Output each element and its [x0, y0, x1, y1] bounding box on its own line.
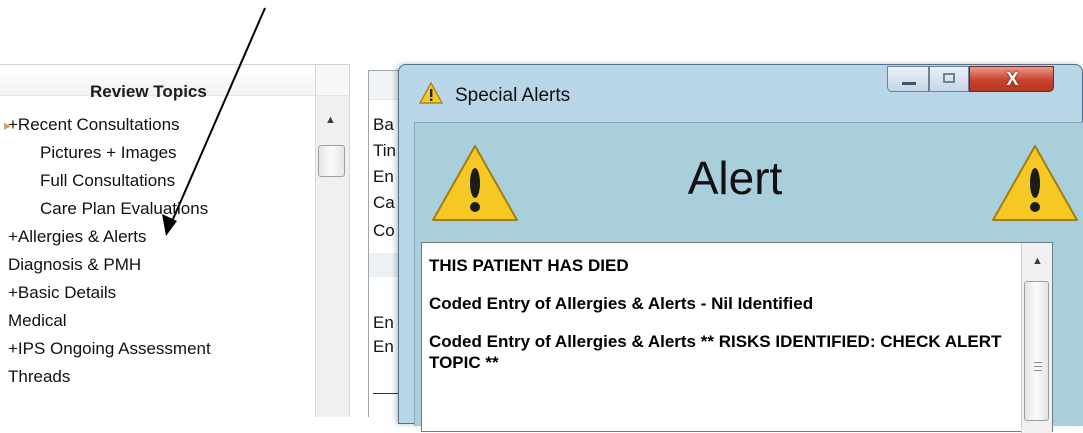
- tree-item-diagnosis-pmh[interactable]: Diagnosis & PMH: [8, 255, 141, 275]
- dialog-body: Alert THIS PATIENT HAS DIED Coded Entry …: [414, 122, 1083, 433]
- detail-fragment: En: [373, 167, 394, 186]
- alert-message: THIS PATIENT HAS DIED: [429, 256, 629, 275]
- review-topics-title: Review Topics: [90, 82, 207, 101]
- dialog-title: Special Alerts: [455, 85, 571, 106]
- maximize-button[interactable]: [929, 66, 969, 92]
- tree-item-ips-ongoing-assessment[interactable]: +IPS Ongoing Assessment: [8, 339, 211, 359]
- detail-fragment: En: [373, 337, 394, 356]
- tree-item-pictures-images[interactable]: Pictures + Images: [40, 143, 177, 163]
- detail-fragment: Ba: [373, 115, 394, 134]
- tree-item-basic-details[interactable]: +Basic Details: [8, 283, 116, 303]
- detail-fragment: Ca: [373, 193, 395, 212]
- review-topics-scrollbar[interactable]: ▲: [315, 64, 350, 417]
- scroll-up-arrow-icon[interactable]: ▲: [325, 114, 336, 126]
- close-button[interactable]: X: [969, 66, 1054, 92]
- alert-text-box[interactable]: THIS PATIENT HAS DIED Coded Entry of All…: [421, 242, 1053, 433]
- tree-item-care-plan-evaluations[interactable]: Care Plan Evaluations: [40, 199, 208, 219]
- dialog-titlebar[interactable]: Special Alerts X: [399, 65, 1082, 121]
- detail-fragment: Co: [373, 221, 395, 240]
- close-icon: X: [1006, 69, 1019, 89]
- tree-item-medical[interactable]: Medical: [8, 311, 67, 331]
- alert-text-scrollbar[interactable]: ▲: [1021, 243, 1052, 433]
- special-alerts-dialog: Special Alerts X Alert THIS PATIENT HAS …: [398, 64, 1083, 433]
- alert-messages: THIS PATIENT HAS DIED Coded Entry of All…: [429, 255, 1014, 390]
- detail-fragment: Tin: [373, 141, 396, 160]
- minimize-button[interactable]: [887, 66, 929, 92]
- tree-item-allergies-alerts[interactable]: +Allergies & Alerts: [8, 227, 146, 247]
- review-topics-header[interactable]: Review Topics: [0, 64, 315, 101]
- scroll-up-arrow-icon[interactable]: ▲: [1032, 255, 1043, 267]
- alert-message: Coded Entry of Allergies & Alerts - Nil …: [429, 294, 814, 313]
- tree-item-recent-consultations[interactable]: +Recent Consultations: [8, 115, 180, 135]
- review-topics-panel: Review Topics ▸ +Recent Consultations Pi…: [0, 64, 350, 417]
- minimize-icon: [902, 82, 916, 85]
- detail-fragment: En: [373, 313, 394, 332]
- tree-item-full-consultations[interactable]: Full Consultations: [40, 171, 175, 191]
- warning-icon: [992, 145, 1078, 221]
- tree-item-threads[interactable]: Threads: [8, 367, 70, 387]
- alert-message: Coded Entry of Allergies & Alerts ** RIS…: [429, 332, 1002, 372]
- alert-heading: Alert: [687, 152, 783, 204]
- maximize-icon: [943, 73, 955, 83]
- scrollbar-header: [316, 65, 349, 96]
- scrollbar-grip-icon: [1034, 362, 1042, 371]
- scrollbar-thumb[interactable]: [1024, 281, 1049, 421]
- scrollbar-thumb[interactable]: [318, 145, 345, 177]
- warning-icon: [419, 82, 443, 104]
